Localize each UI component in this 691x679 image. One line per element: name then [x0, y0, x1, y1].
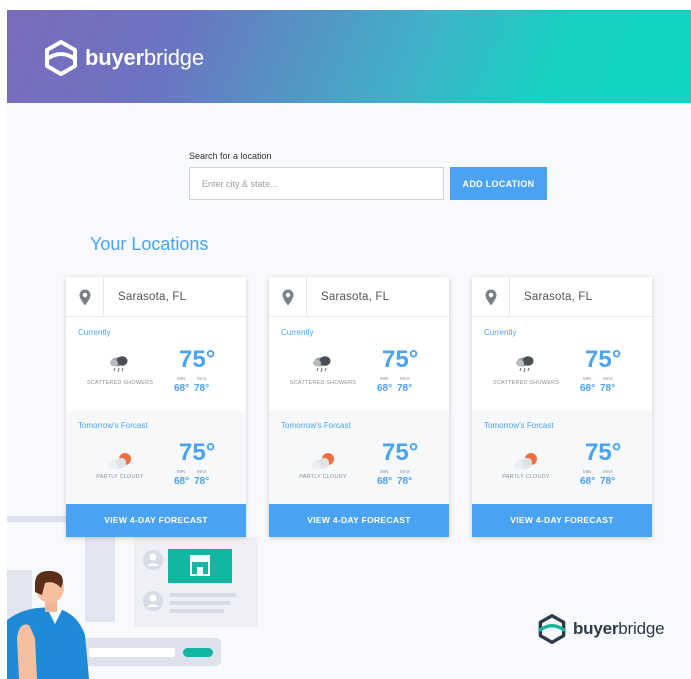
showers-icon: [313, 356, 331, 373]
card-header: Sarasota, FL: [269, 277, 449, 317]
current-max-temp: 78°: [397, 383, 413, 394]
current-min-label: MIN: [177, 376, 186, 381]
location-pin-cell: [66, 277, 104, 317]
tomorrow-max-temp: 78°: [194, 476, 210, 487]
current-weather: Currently SCATTERED SHOWERS 75° MIN MAX …: [269, 318, 449, 411]
city-name: Sarasota, FL: [321, 291, 390, 303]
tomorrow-weather: Tomorrow's Forcast PARTLY CLOUDY 75° MIN…: [66, 411, 246, 504]
current-max-label: MAX: [603, 376, 613, 381]
city-name: Sarasota, FL: [118, 291, 187, 303]
buyerbridge-logo-icon: [538, 614, 566, 644]
tomorrow-label: Tomorrow's Forcast: [484, 421, 554, 430]
footer-logo[interactable]: buyerbridge: [537, 614, 665, 644]
tomorrow-min-label: MIN: [177, 469, 186, 474]
current-condition: SCATTERED SHOWERS: [289, 380, 357, 386]
map-pin-icon: [79, 289, 90, 305]
tomorrow-max-label: MAX: [197, 469, 207, 474]
partly-cloudy-icon: [311, 453, 334, 469]
brand-name: buyerbridge: [573, 619, 665, 638]
current-min-temp: 68°: [580, 383, 596, 394]
tomorrow-min-label: MIN: [583, 469, 592, 474]
tomorrow-label: Tomorrow's Forcast: [78, 421, 148, 430]
tomorrow-max-label: MAX: [603, 469, 613, 474]
current-max-label: MAX: [197, 376, 207, 381]
current-max-label: MAX: [400, 376, 410, 381]
partly-cloudy-icon: [108, 453, 131, 469]
city-name: Sarasota, FL: [524, 291, 593, 303]
tomorrow-temp: 75°: [179, 439, 216, 466]
view-forecast-button[interactable]: VIEW 4-DAY FORECAST: [269, 504, 449, 537]
tomorrow-label: Tomorrow's Forcast: [281, 421, 351, 430]
tomorrow-temp: 75°: [585, 439, 622, 466]
current-label: Currently: [78, 328, 111, 337]
tomorrow-max-temp: 78°: [600, 476, 616, 487]
tomorrow-condition: PARTLY CLOUDY: [299, 474, 347, 480]
current-label: Currently: [281, 328, 314, 337]
current-min-temp: 68°: [174, 383, 190, 394]
tomorrow-min-temp: 68°: [377, 476, 393, 487]
partly-cloudy-icon: [514, 453, 537, 469]
current-condition: SCATTERED SHOWERS: [86, 380, 154, 386]
view-forecast-button[interactable]: VIEW 4-DAY FORECAST: [472, 504, 652, 537]
page: buyerbridge Search for a location ADD LO…: [7, 10, 691, 679]
current-min-temp: 68°: [377, 383, 393, 394]
card-header: Sarasota, FL: [66, 277, 246, 317]
current-label: Currently: [484, 328, 517, 337]
current-temp: 75°: [585, 346, 622, 373]
input-bar-illustration: [80, 638, 221, 666]
tomorrow-min-temp: 68°: [174, 476, 190, 487]
showers-icon: [516, 356, 534, 373]
current-weather: Currently SCATTERED SHOWERS 75° MIN MAX …: [472, 318, 652, 411]
location-card: Sarasota, FL Currently SCATTERED SHOWERS…: [269, 277, 449, 537]
tomorrow-max-label: MAX: [400, 469, 410, 474]
current-min-label: MIN: [380, 376, 389, 381]
tomorrow-weather: Tomorrow's Forcast PARTLY CLOUDY 75° MIN…: [269, 411, 449, 504]
current-condition: SCATTERED SHOWERS: [492, 380, 560, 386]
location-pin-cell: [269, 277, 307, 317]
current-temp: 75°: [179, 346, 216, 373]
tomorrow-weather: Tomorrow's Forcast PARTLY CLOUDY 75° MIN…: [472, 411, 652, 504]
card-header: Sarasota, FL: [472, 277, 652, 317]
profile-panel-illustration: [134, 537, 258, 627]
tomorrow-condition: PARTLY CLOUDY: [502, 474, 550, 480]
current-weather: Currently SCATTERED SHOWERS 75° MIN MAX …: [66, 318, 246, 411]
view-forecast-button[interactable]: VIEW 4-DAY FORECAST: [66, 504, 246, 537]
current-temp: 75°: [382, 346, 419, 373]
location-card: Sarasota, FL Currently SCATTERED SHOWERS…: [66, 277, 246, 537]
tomorrow-condition: PARTLY CLOUDY: [96, 474, 144, 480]
location-pin-cell: [472, 277, 510, 317]
location-card: Sarasota, FL Currently SCATTERED SHOWERS…: [472, 277, 652, 537]
map-pin-icon: [282, 289, 293, 305]
tomorrow-max-temp: 78°: [397, 476, 413, 487]
tomorrow-temp: 75°: [382, 439, 419, 466]
current-min-label: MIN: [583, 376, 592, 381]
current-max-temp: 78°: [194, 383, 210, 394]
showers-icon: [110, 356, 128, 373]
tomorrow-min-label: MIN: [380, 469, 389, 474]
tomorrow-min-temp: 68°: [580, 476, 596, 487]
map-pin-icon: [485, 289, 496, 305]
current-max-temp: 78°: [600, 383, 616, 394]
